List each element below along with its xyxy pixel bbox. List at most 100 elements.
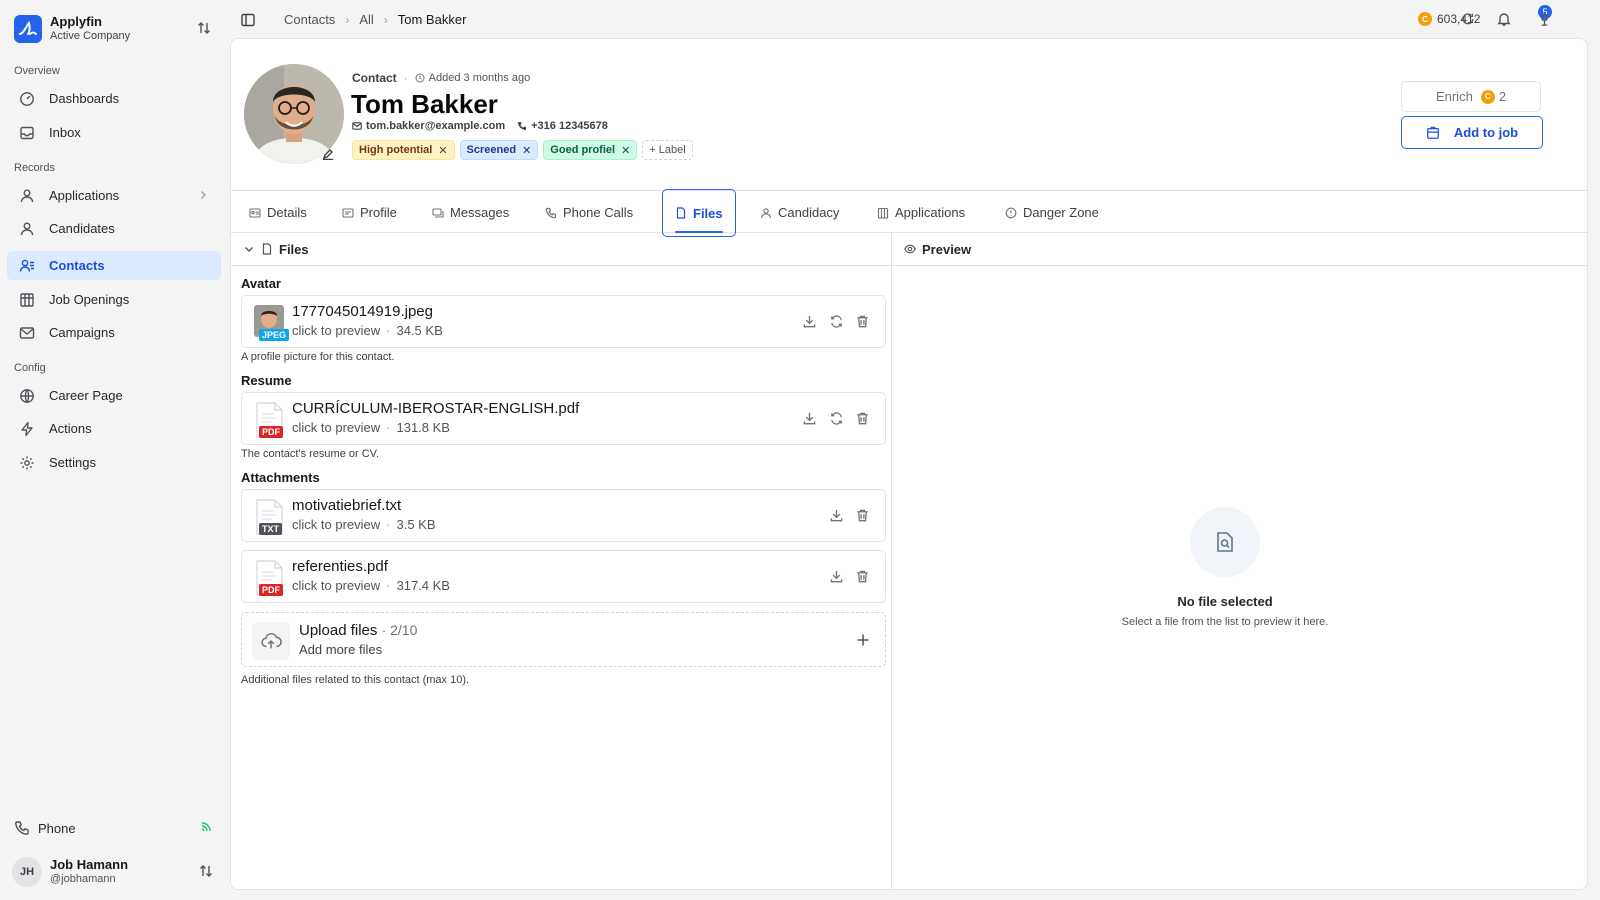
download-icon[interactable] — [802, 411, 817, 426]
tab-details[interactable]: Details — [249, 191, 307, 234]
user-menu[interactable]: JH Job Hamann @jobhamann — [12, 855, 218, 889]
tab-label: Phone Calls — [563, 205, 634, 220]
file-row[interactable]: JPEG 1777045014919.jpeg click to preview… — [241, 295, 886, 348]
download-icon[interactable] — [829, 508, 844, 523]
phone-button[interactable]: Phone — [14, 818, 214, 838]
attachments-group-title: Attachments — [241, 470, 320, 485]
enrich-label: Enrich — [1435, 89, 1473, 104]
pdf-file-icon: PDF — [252, 560, 286, 596]
trash-icon[interactable] — [855, 508, 870, 523]
section-records: Records — [14, 162, 55, 174]
close-icon[interactable]: ✕ — [438, 144, 447, 157]
sidebar-item-label: Applications — [49, 188, 120, 203]
trash-icon[interactable] — [855, 569, 870, 584]
record-type: Contact — [352, 71, 397, 85]
label-chip[interactable]: Goed profiel ✕ — [543, 140, 638, 160]
add-to-job-button[interactable]: Add to job — [1401, 116, 1543, 149]
file-size: 34.5 KB — [396, 323, 443, 338]
empty-state-title: No file selected — [1177, 594, 1273, 609]
candidates-icon — [19, 221, 35, 237]
file-name[interactable]: CURRÍCULUM-IBEROSTAR-ENGLISH.pdf — [292, 400, 579, 417]
sidebar-item-campaigns[interactable]: Campaigns — [7, 318, 221, 347]
preview-link[interactable]: click to preview — [292, 517, 380, 532]
label-chip[interactable]: Screened ✕ — [459, 140, 539, 160]
label-list: High potential ✕ Screened ✕ Goed profiel… — [352, 140, 693, 160]
separator-dot: · — [386, 323, 391, 338]
file-row[interactable]: PDF referenties.pdf click to preview · 3… — [241, 550, 886, 603]
preview-link[interactable]: click to preview — [292, 323, 380, 338]
tab-danger-zone[interactable]: Danger Zone — [1005, 191, 1099, 234]
globe-icon — [19, 388, 35, 404]
contact-email[interactable]: tom.bakker@example.com — [366, 120, 505, 132]
pencil-icon[interactable] — [322, 148, 334, 160]
phone-label: Phone — [38, 820, 76, 836]
file-name[interactable]: motivatiebrief.txt — [292, 497, 401, 514]
file-name[interactable]: 1777045014919.jpeg — [292, 303, 433, 320]
phone-icon — [545, 207, 557, 219]
help-icon[interactable] — [1537, 12, 1553, 28]
file-type-badge: JPEG — [259, 329, 290, 341]
download-icon[interactable] — [829, 569, 844, 584]
trash-icon[interactable] — [855, 314, 870, 329]
sidebar-item-job-openings[interactable]: Job Openings — [7, 285, 221, 314]
tab-profile[interactable]: Profile — [342, 191, 397, 234]
gear-icon — [19, 455, 35, 471]
file-size: 3.5 KB — [396, 517, 436, 532]
phone-icon — [14, 820, 30, 836]
file-row[interactable]: TXT motivatiebrief.txt click to preview … — [241, 489, 886, 542]
added-date: Added 3 months ago — [428, 72, 531, 84]
refresh-icon[interactable] — [1461, 12, 1477, 28]
tab-label: Profile — [360, 205, 397, 220]
plus-icon[interactable] — [855, 632, 871, 648]
close-icon[interactable]: ✕ — [522, 144, 531, 157]
download-icon[interactable] — [802, 314, 817, 329]
replace-icon[interactable] — [829, 411, 844, 426]
bell-icon[interactable] — [1496, 11, 1512, 27]
tab-applications[interactable]: Applications — [877, 191, 965, 234]
label-chip[interactable]: High potential ✕ — [352, 140, 455, 160]
workspace-switcher[interactable]: Applyfin Active Company — [14, 14, 214, 44]
sidebar-toggle-icon[interactable] — [240, 12, 256, 28]
file-meta: click to preview · 3.5 KB — [292, 517, 436, 532]
upload-count: · 2/10 — [381, 622, 418, 638]
tab-candidacy[interactable]: Candidacy — [760, 191, 839, 234]
breadcrumb-all[interactable]: All — [359, 12, 373, 27]
sidebar-item-contacts[interactable]: Contacts — [7, 251, 221, 280]
switch-arrows-icon[interactable] — [196, 20, 214, 38]
upload-subtitle: Add more files — [299, 642, 383, 657]
preview-link[interactable]: click to preview — [292, 578, 380, 593]
sidebar-item-candidates[interactable]: Candidates — [7, 214, 221, 243]
sidebar-item-inbox[interactable]: Inbox — [7, 118, 221, 147]
label-text: Screened — [466, 144, 517, 156]
sidebar-item-applications[interactable]: Applications — [7, 181, 221, 210]
breadcrumb-contacts[interactable]: Contacts — [284, 12, 335, 27]
separator-dot: · — [403, 71, 408, 85]
file-name[interactable]: referenties.pdf — [292, 558, 388, 575]
separator-dot: · — [386, 578, 391, 593]
tab-files[interactable]: Files — [662, 189, 736, 237]
add-label-button[interactable]: + Label — [642, 140, 693, 160]
tab-messages[interactable]: Messages — [432, 191, 509, 234]
contact-phone[interactable]: +316 12345678 — [531, 120, 608, 132]
sidebar-item-career-page[interactable]: Career Page — [7, 381, 221, 410]
contact-meta: Contact · Added 3 months ago — [352, 71, 530, 85]
top-bar: Contacts › All › Tom Bakker C 603,412 5 — [228, 0, 1600, 38]
sidebar-item-actions[interactable]: Actions — [7, 414, 221, 443]
file-row[interactable]: PDF CURRÍCULUM-IBEROSTAR-ENGLISH.pdf cli… — [241, 392, 886, 445]
files-panel-header[interactable]: Files — [231, 233, 891, 266]
pdf-file-icon: PDF — [252, 402, 286, 438]
file-meta: click to preview · 34.5 KB — [292, 323, 443, 338]
tab-phone-calls[interactable]: Phone Calls — [545, 191, 633, 234]
close-icon[interactable]: ✕ — [621, 144, 630, 157]
enrich-button[interactable]: Enrich C 2 — [1401, 81, 1541, 112]
preview-panel: Preview No file selected Select a file f… — [892, 233, 1587, 889]
upload-files-dropzone[interactable]: Upload files · 2/10 Add more files — [241, 612, 886, 667]
switch-arrows-icon[interactable] — [198, 863, 216, 881]
sidebar-item-dashboards[interactable]: Dashboards — [7, 84, 221, 113]
trash-icon[interactable] — [855, 411, 870, 426]
chevron-down-icon[interactable] — [243, 243, 255, 255]
file-icon — [261, 243, 273, 255]
preview-link[interactable]: click to preview — [292, 420, 380, 435]
replace-icon[interactable] — [829, 314, 844, 329]
sidebar-item-settings[interactable]: Settings — [7, 448, 221, 477]
